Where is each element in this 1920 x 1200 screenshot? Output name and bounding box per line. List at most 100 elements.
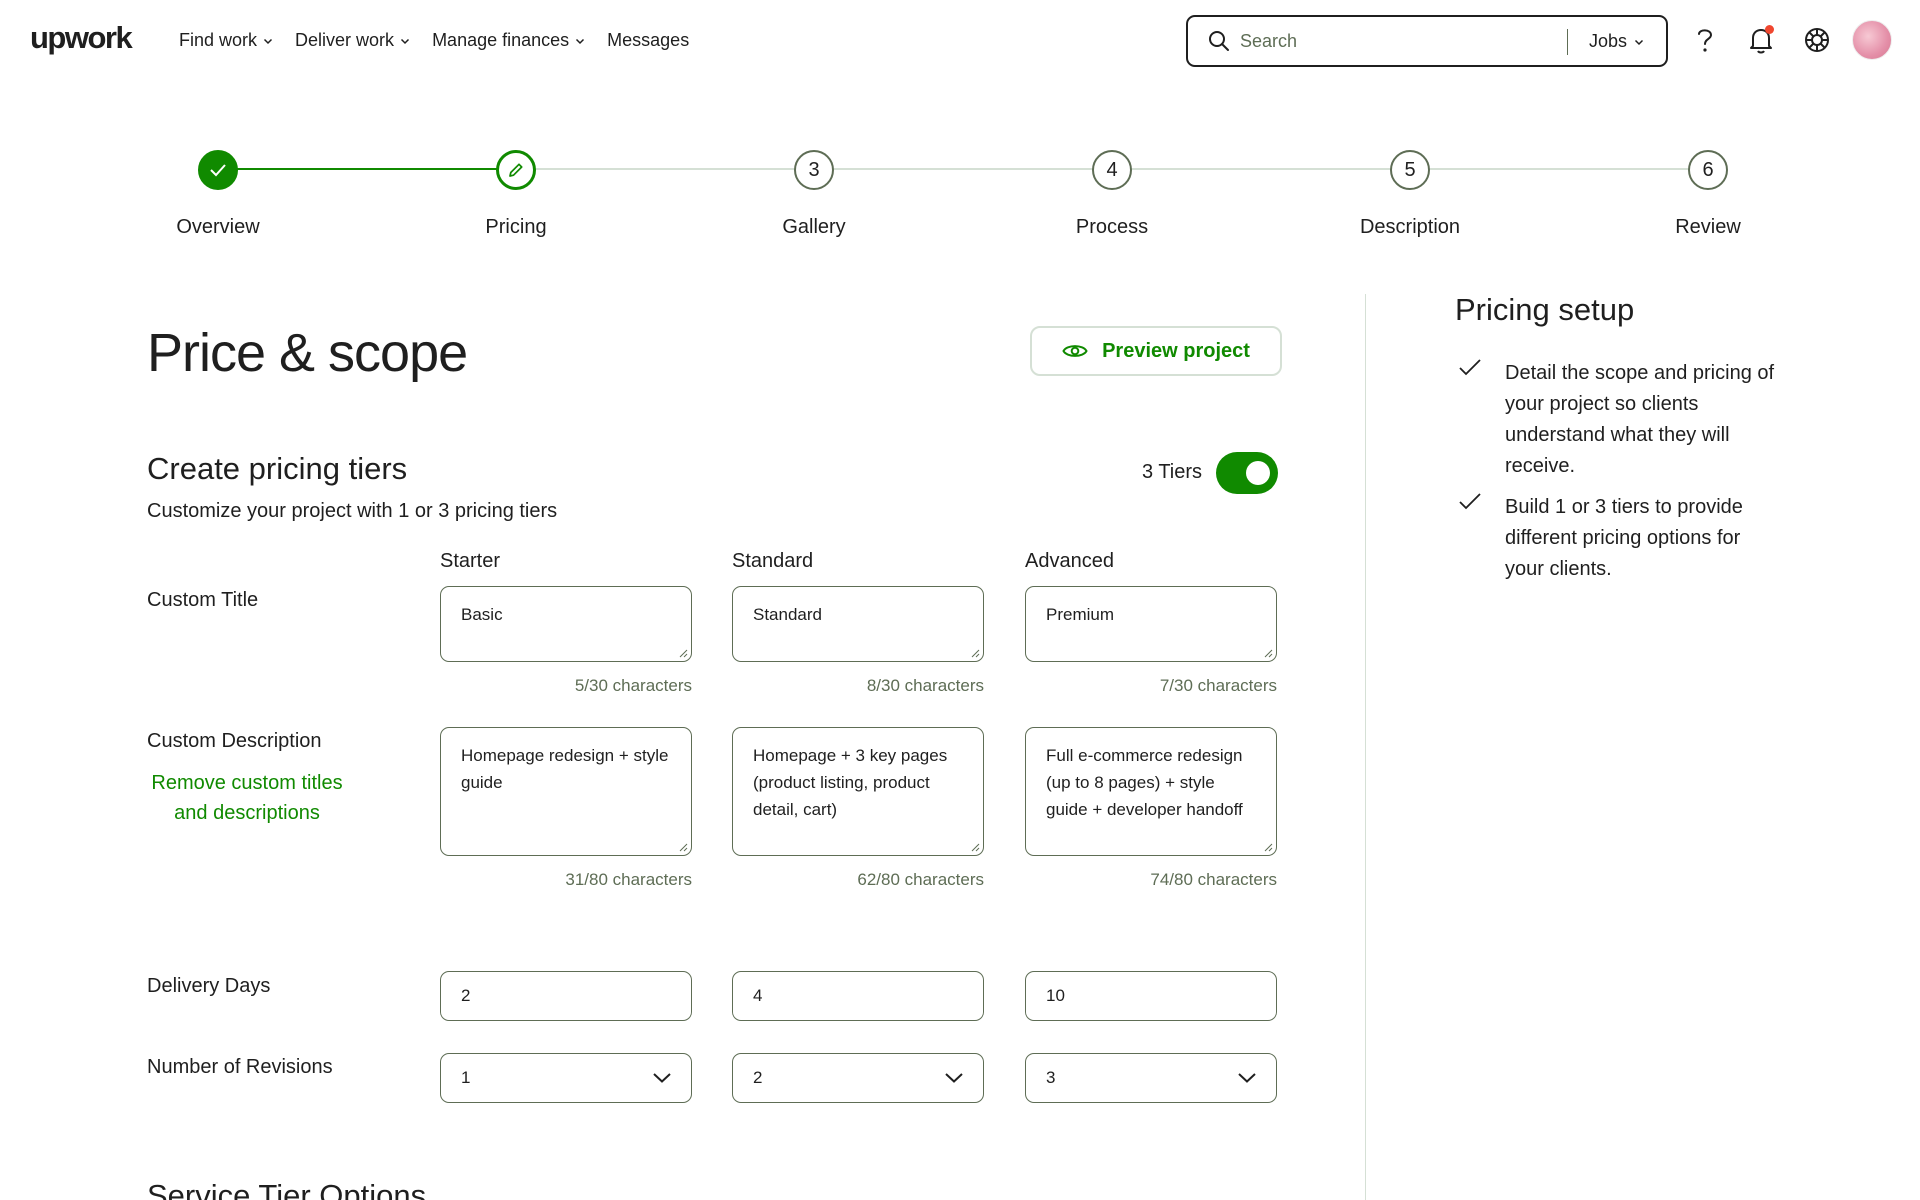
upwork-logo[interactable]: upwork bbox=[30, 20, 133, 56]
standard-description-value: Homepage + 3 key pages (product listing,… bbox=[753, 746, 948, 819]
advanced-description-field[interactable]: Full e-commerce redesign (up to 8 pages)… bbox=[1025, 727, 1277, 856]
starter-title-value: Basic bbox=[461, 605, 503, 624]
apps-icon[interactable] bbox=[1801, 24, 1833, 56]
starter-title-field[interactable]: Basic bbox=[440, 586, 692, 662]
nav-find-work-label: Find work bbox=[179, 30, 258, 50]
starter-description-value: Homepage redesign + style guide bbox=[461, 746, 669, 792]
pricing-tiers-subtitle: Customize your project with 1 or 3 prici… bbox=[147, 500, 558, 522]
sidebar-tip: Detail the scope and pricing of your pro… bbox=[1505, 362, 1775, 477]
advanced-title-counter: 7/30 characters bbox=[1159, 676, 1277, 695]
chevron-down-icon bbox=[945, 1073, 963, 1083]
advanced-description-value: Full e-commerce redesign (up to 8 pages)… bbox=[1046, 746, 1243, 819]
check-icon bbox=[210, 164, 226, 177]
tiers-toggle[interactable] bbox=[1216, 452, 1278, 494]
step-number: 5 bbox=[1404, 158, 1416, 181]
nav-messages[interactable]: Messages bbox=[607, 30, 689, 51]
step-number: 3 bbox=[808, 158, 820, 181]
starter-revisions-select[interactable]: 1 bbox=[440, 1053, 692, 1103]
resize-grip-icon[interactable] bbox=[970, 842, 980, 852]
avatar[interactable] bbox=[1852, 20, 1892, 60]
pencil-icon bbox=[509, 163, 523, 177]
eye-icon bbox=[1062, 345, 1088, 357]
pricing-tiers-heading: Create pricing tiers bbox=[147, 451, 408, 486]
chevron-down-icon bbox=[576, 38, 585, 44]
resize-grip-icon[interactable] bbox=[1263, 648, 1273, 658]
custom-description-label: Custom Description bbox=[147, 730, 322, 752]
search-input[interactable] bbox=[1240, 30, 1540, 52]
top-navigation-bar: upwork Find work Deliver work Manage fin… bbox=[0, 0, 1920, 82]
step-description-circle[interactable]: 5 bbox=[1390, 150, 1430, 190]
chevron-down-icon bbox=[401, 38, 410, 44]
starter-title-counter: 5/30 characters bbox=[574, 676, 692, 695]
starter-delivery-days-input[interactable]: 2 bbox=[440, 971, 692, 1021]
search-divider bbox=[1567, 29, 1568, 55]
resize-grip-icon[interactable] bbox=[970, 648, 980, 658]
advanced-title-field[interactable]: Premium bbox=[1025, 586, 1277, 662]
standard-revisions-value: 2 bbox=[753, 1068, 763, 1087]
standard-description-field[interactable]: Homepage + 3 key pages (product listing,… bbox=[732, 727, 984, 856]
step-description-label[interactable]: Description bbox=[1360, 216, 1460, 239]
advanced-delivery-days-input[interactable]: 10 bbox=[1025, 971, 1277, 1021]
search-scope-label: Jobs bbox=[1589, 31, 1628, 51]
standard-title-field[interactable]: Standard bbox=[732, 586, 984, 662]
search-bar: Jobs bbox=[1186, 15, 1668, 67]
check-icon bbox=[1459, 359, 1481, 376]
chevron-down-icon bbox=[653, 1073, 671, 1083]
resize-grip-icon[interactable] bbox=[678, 842, 688, 852]
step-review-label[interactable]: Review bbox=[1675, 216, 1741, 239]
bell-icon[interactable] bbox=[1745, 24, 1777, 56]
nav-manage-finances[interactable]: Manage finances bbox=[432, 30, 585, 51]
help-icon[interactable] bbox=[1689, 24, 1721, 56]
step-number: 4 bbox=[1106, 158, 1118, 181]
nav-messages-label: Messages bbox=[607, 30, 690, 50]
step-review-circle[interactable]: 6 bbox=[1688, 150, 1728, 190]
nav-deliver-work-label: Deliver work bbox=[295, 30, 395, 50]
advanced-revisions-select[interactable]: 3 bbox=[1025, 1053, 1277, 1103]
step-process-circle[interactable]: 4 bbox=[1092, 150, 1132, 190]
resize-grip-icon[interactable] bbox=[1263, 842, 1273, 852]
tiers-toggle-label: 3 Tiers bbox=[1142, 461, 1203, 483]
sidebar-divider bbox=[1365, 294, 1366, 1200]
standard-description-counter: 62/80 characters bbox=[857, 870, 984, 889]
advanced-description-counter: 74/80 characters bbox=[1150, 870, 1277, 889]
advanced-delivery-days-value: 10 bbox=[1046, 986, 1065, 1005]
step-overview-label[interactable]: Overview bbox=[176, 216, 259, 239]
service-tier-options-heading: Service Tier Options bbox=[147, 1178, 427, 1200]
standard-delivery-days-input[interactable]: 4 bbox=[732, 971, 984, 1021]
preview-project-label: Preview project bbox=[1102, 339, 1250, 362]
notification-dot bbox=[1765, 25, 1774, 34]
step-gallery-circle[interactable]: 3 bbox=[794, 150, 834, 190]
search-scope-dropdown[interactable]: Jobs bbox=[1589, 31, 1644, 52]
resize-grip-icon[interactable] bbox=[678, 648, 688, 658]
column-standard: Standard bbox=[732, 550, 814, 572]
nav-deliver-work[interactable]: Deliver work bbox=[295, 30, 410, 51]
advanced-revisions-value: 3 bbox=[1046, 1068, 1056, 1087]
check-icon bbox=[1459, 493, 1481, 510]
column-starter: Starter bbox=[440, 550, 501, 572]
main-nav: Find work Deliver work Manage finances M… bbox=[179, 30, 711, 51]
remove-custom-titles-link[interactable]: Remove custom titles and descriptions bbox=[147, 768, 347, 828]
custom-title-label: Custom Title bbox=[147, 589, 259, 611]
step-process-label[interactable]: Process bbox=[1076, 216, 1148, 239]
standard-revisions-select[interactable]: 2 bbox=[732, 1053, 984, 1103]
preview-project-button[interactable]: Preview project bbox=[1030, 326, 1282, 376]
standard-title-value: Standard bbox=[753, 605, 822, 624]
revisions-label: Number of Revisions bbox=[147, 1056, 333, 1078]
chevron-down-icon bbox=[1635, 39, 1644, 45]
chevron-down-icon bbox=[1238, 1073, 1256, 1083]
chevron-down-icon bbox=[264, 38, 273, 44]
nav-find-work[interactable]: Find work bbox=[179, 30, 273, 51]
advanced-title-value: Premium bbox=[1046, 605, 1115, 624]
starter-delivery-days-value: 2 bbox=[461, 986, 471, 1005]
starter-description-counter: 31/80 characters bbox=[565, 870, 692, 889]
page-title: Price & scope bbox=[147, 323, 468, 383]
starter-description-field[interactable]: Homepage redesign + style guide bbox=[440, 727, 692, 856]
step-overview-circle[interactable] bbox=[198, 150, 238, 190]
step-pricing-label[interactable]: Pricing bbox=[485, 216, 546, 239]
step-gallery-label[interactable]: Gallery bbox=[782, 216, 845, 239]
search-icon bbox=[1209, 31, 1229, 51]
step-pricing-circle[interactable] bbox=[496, 150, 536, 190]
sidebar-tip: Build 1 or 3 tiers to provide different … bbox=[1505, 496, 1743, 580]
step-number: 6 bbox=[1702, 158, 1714, 181]
standard-delivery-days-value: 4 bbox=[753, 986, 763, 1005]
